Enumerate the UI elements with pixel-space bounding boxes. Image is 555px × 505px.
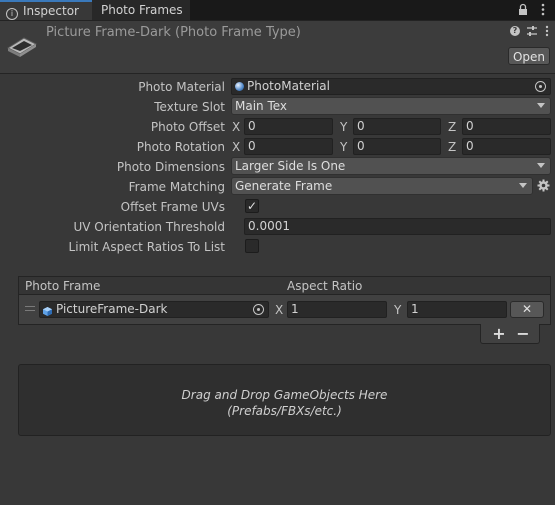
frame-matching-label: Frame Matching xyxy=(128,180,225,194)
tab-inspector[interactable]: i Inspector xyxy=(0,0,92,20)
limit-aspect-ratios-label: Limit Aspect Ratios To List xyxy=(68,240,225,254)
photo-rotation-y-label: Y xyxy=(340,140,348,154)
kebab-menu-icon[interactable] xyxy=(544,25,550,37)
photo-offset-y-label: Y xyxy=(340,120,348,134)
column-header-aspect-ratio: Aspect Ratio xyxy=(287,279,363,293)
chevron-down-icon xyxy=(519,183,527,188)
photo-frame-type-icon xyxy=(6,30,38,58)
photo-offset-y-field[interactable]: 0 xyxy=(353,118,441,135)
photo-rotation-x-field[interactable]: 0 xyxy=(244,138,333,155)
aspect-y-label: Y xyxy=(394,303,402,317)
add-item-button[interactable]: + xyxy=(487,324,511,344)
photo-dimensions-value: Larger Side Is One xyxy=(235,159,346,173)
texture-slot-dropdown[interactable]: Main Tex xyxy=(231,97,551,115)
photo-rotation-label: Photo Rotation xyxy=(136,140,225,154)
limit-aspect-ratios-checkbox[interactable] xyxy=(245,239,259,253)
aspect-x-label: X xyxy=(275,303,284,317)
texture-slot-label: Texture Slot xyxy=(154,100,225,114)
remove-item-button[interactable]: ✕ xyxy=(510,301,544,318)
drop-area-line1: Drag and Drop GameObjects Here xyxy=(181,388,388,402)
list-body: PictureFrame-Dark X 1 Y 1 ✕ xyxy=(18,295,551,325)
photo-offset-x-field[interactable]: 0 xyxy=(244,118,333,135)
lock-icon[interactable] xyxy=(517,3,529,16)
list-footer: + − xyxy=(480,324,540,344)
tab-label: Photo Frames xyxy=(101,3,183,17)
offset-frame-uvs-label: Offset Frame UVs xyxy=(120,200,225,214)
photo-rotation-x-label: X xyxy=(232,140,241,154)
object-picker-icon[interactable] xyxy=(253,304,264,315)
aspect-x-field[interactable]: 1 xyxy=(287,301,387,318)
tab-photo-frames[interactable]: Photo Frames xyxy=(92,0,190,20)
photo-offset-z-field[interactable]: 0 xyxy=(462,118,551,135)
object-title: Picture Frame-Dark (Photo Frame Type) xyxy=(46,25,301,40)
aspect-y-field[interactable]: 1 xyxy=(407,301,507,318)
photo-offset-label: Photo Offset xyxy=(150,120,225,134)
photo-rotation-z-field[interactable]: 0 xyxy=(462,138,551,155)
column-header-photo-frame: Photo Frame xyxy=(25,279,101,293)
chevron-down-icon xyxy=(537,103,545,108)
frame-matching-dropdown[interactable]: Generate Frame xyxy=(231,177,533,195)
drag-handle-icon[interactable] xyxy=(25,306,35,311)
material-icon xyxy=(235,82,244,91)
drop-area-line2: (Prefabs/FBXs/etc.) xyxy=(227,404,342,418)
gear-icon[interactable] xyxy=(537,179,550,192)
prefab-icon xyxy=(43,305,52,316)
help-icon[interactable]: ? xyxy=(510,26,520,36)
photo-dimensions-label: Photo Dimensions xyxy=(116,160,225,174)
object-picker-icon[interactable] xyxy=(535,81,546,92)
kebab-menu-icon[interactable] xyxy=(539,3,547,16)
photo-material-field[interactable]: PhotoMaterial xyxy=(231,78,551,95)
tab-bar: i Inspector Photo Frames xyxy=(0,0,555,21)
photo-rotation-y-field[interactable]: 0 xyxy=(353,138,441,155)
chevron-down-icon xyxy=(537,163,545,168)
uv-orientation-threshold-field[interactable]: 0.0001 xyxy=(244,218,551,235)
preset-icon[interactable] xyxy=(526,25,538,37)
uv-orientation-threshold-label: UV Orientation Threshold xyxy=(73,220,225,234)
photo-material-value: PhotoMaterial xyxy=(247,79,330,93)
list-item-frame-field[interactable]: PictureFrame-Dark xyxy=(39,301,269,318)
frame-matching-value: Generate Frame xyxy=(235,179,333,193)
list-item-frame-value: PictureFrame-Dark xyxy=(56,302,168,316)
texture-slot-value: Main Tex xyxy=(235,99,288,113)
open-button[interactable]: Open xyxy=(508,47,550,65)
inspector-header: Picture Frame-Dark (Photo Frame Type) ? … xyxy=(0,21,555,74)
photo-dimensions-dropdown[interactable]: Larger Side Is One xyxy=(231,157,551,175)
photo-offset-x-label: X xyxy=(232,120,241,134)
offset-frame-uvs-checkbox[interactable]: ✓ xyxy=(245,199,259,213)
photo-rotation-z-label: Z xyxy=(448,140,457,154)
remove-selected-button[interactable]: − xyxy=(511,324,535,344)
photo-material-label: Photo Material xyxy=(138,80,225,94)
tab-label: Inspector xyxy=(23,4,79,18)
photo-offset-z-label: Z xyxy=(448,120,457,134)
info-icon: i xyxy=(6,8,18,20)
drop-area[interactable]: Drag and Drop GameObjects Here (Prefabs/… xyxy=(18,364,551,436)
list-header: Photo Frame Aspect Ratio xyxy=(18,276,551,295)
